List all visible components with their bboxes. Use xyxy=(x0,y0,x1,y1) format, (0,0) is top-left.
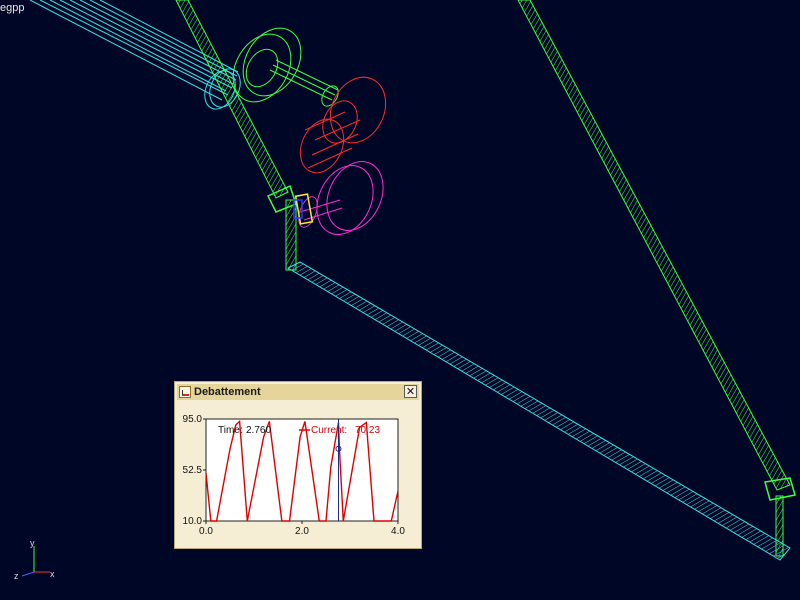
magenta-gear xyxy=(298,161,384,235)
y-tick-label: 95.0 xyxy=(183,414,203,425)
y-tick-label: 52.5 xyxy=(183,465,203,476)
plot-window[interactable]: Debattement ✕ 95.0 52.5 10.0 0.0 2.0 4.0 Time:… xyxy=(174,381,422,549)
plot-title-bar[interactable]: Debattement ✕ xyxy=(177,384,419,400)
model-name-label: egpp xyxy=(0,2,25,14)
z-axis-label: z xyxy=(14,571,19,581)
axis-triad: y x z xyxy=(8,538,60,584)
time-label: Time: xyxy=(218,425,243,436)
plot-window-title: Debattement xyxy=(194,386,261,398)
close-button[interactable]: ✕ xyxy=(404,385,417,398)
debattement-chart: 95.052.510.00.0 2.0 4.0Time: 2.760 Current: 7… xyxy=(183,414,406,537)
x-tick-label: 0.0 xyxy=(199,526,213,537)
time-value: 2.760 xyxy=(246,425,271,436)
x-tick-label: 2.0 xyxy=(295,526,309,537)
joint-block xyxy=(293,193,314,225)
plot-window-icon xyxy=(179,386,191,398)
x-tick-label: 4.0 xyxy=(391,526,405,537)
current-label: Current: xyxy=(311,425,347,436)
green-upper-arm xyxy=(175,0,297,213)
current-value: 70.23 xyxy=(355,425,380,436)
red-bevel-gear xyxy=(299,76,387,174)
x-axis-label: x xyxy=(50,569,55,579)
y-axis-label: y xyxy=(30,538,35,548)
